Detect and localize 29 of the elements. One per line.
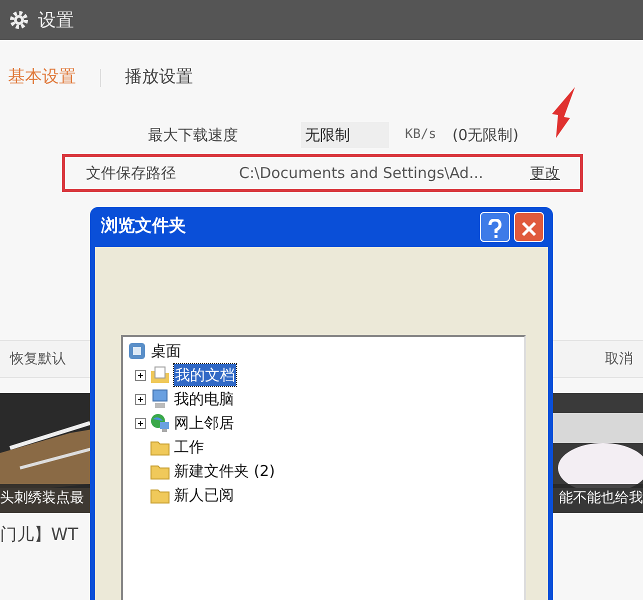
feed-text: 门儿】WT <box>0 524 80 547</box>
tree-item[interactable]: 桌面 <box>151 340 181 362</box>
setting-label: 最大下载速度 <box>148 124 239 146</box>
tree-item[interactable]: 新建文件夹 (2) <box>174 460 276 482</box>
help-button[interactable] <box>480 212 510 242</box>
close-icon <box>521 220 537 237</box>
desktop-icon <box>127 341 147 361</box>
setting-label: 文件保存路径 <box>86 162 177 184</box>
change-link[interactable]: 更改 <box>530 162 560 184</box>
tree-item[interactable]: 网上邻居 <box>174 412 234 434</box>
window-title: 设置 <box>38 8 74 32</box>
path-value: C:\Documents and Settings\Ad... <box>239 162 484 184</box>
settings-icon <box>8 9 30 31</box>
footer-button[interactable]: 恢复默认 <box>0 348 76 370</box>
speed-field[interactable]: 无限制 <box>301 122 389 148</box>
tree-item[interactable]: 工作 <box>174 436 204 458</box>
tree-item[interactable]: 我的电脑 <box>174 388 234 410</box>
tree-item[interactable]: 我的文档 <box>174 364 236 386</box>
tree-item[interactable]: 新人已阅 <box>174 484 234 506</box>
help-icon <box>488 218 502 239</box>
network-icon <box>150 413 170 433</box>
hint-text: (0无限制) <box>452 124 519 146</box>
close-button[interactable] <box>514 212 544 242</box>
computer-icon <box>150 389 170 409</box>
tab[interactable]: 播放设置 <box>125 65 193 91</box>
folder-icon <box>150 365 170 385</box>
dialog-title: 浏览文件夹 <box>101 215 186 238</box>
footer-button[interactable]: 取消 <box>595 348 643 370</box>
unit-label: KB/s <box>405 126 436 144</box>
